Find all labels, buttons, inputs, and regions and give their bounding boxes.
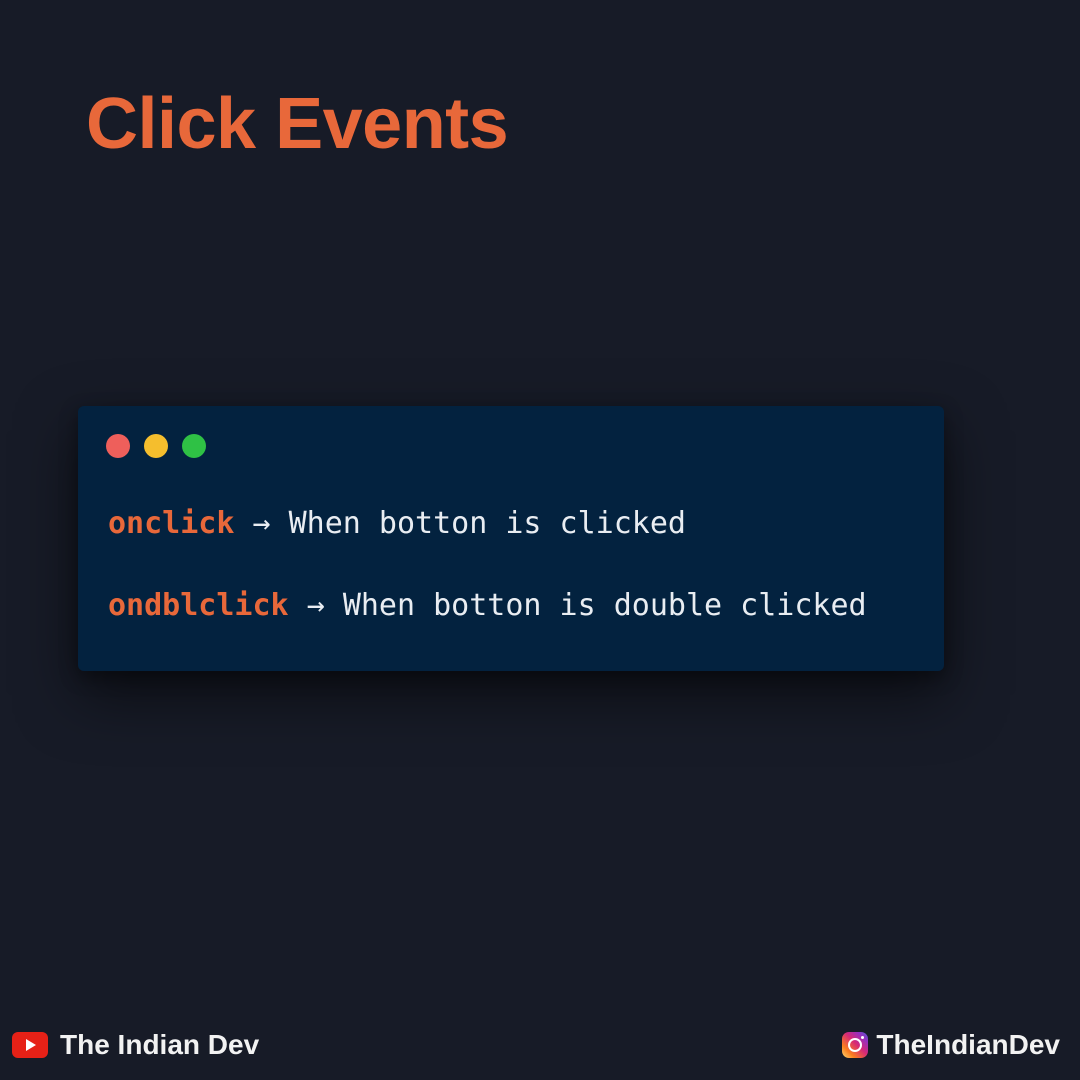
instagram-handle: TheIndianDev bbox=[876, 1029, 1060, 1060]
youtube-icon bbox=[12, 1032, 48, 1058]
event-description: When botton is clicked bbox=[288, 506, 686, 541]
instagram-credit: TheIndianDev bbox=[842, 1026, 1060, 1064]
event-description: When botton is double clicked bbox=[342, 588, 867, 623]
maximize-dot bbox=[182, 434, 206, 458]
arrow-glyph: → bbox=[306, 588, 325, 623]
minimize-dot bbox=[144, 434, 168, 458]
event-keyword: ondblclick bbox=[108, 588, 289, 623]
code-line-onclick: onclick → When botton is clicked bbox=[108, 504, 686, 544]
instagram-icon bbox=[842, 1032, 869, 1058]
close-dot bbox=[106, 434, 130, 458]
youtube-channel-name: The Indian Dev bbox=[60, 1029, 260, 1060]
arrow-glyph: → bbox=[252, 506, 271, 541]
event-keyword: onclick bbox=[108, 506, 235, 541]
page-title: Click Events bbox=[86, 84, 509, 164]
youtube-credit: The Indian Dev bbox=[12, 1026, 259, 1064]
slide: Click Events onclick → When botton is cl… bbox=[0, 0, 1080, 1080]
code-window: onclick → When botton is clicked ondblcl… bbox=[78, 406, 944, 671]
window-controls bbox=[106, 434, 206, 458]
code-line-ondblclick: ondblclick → When botton is double click… bbox=[108, 586, 867, 626]
